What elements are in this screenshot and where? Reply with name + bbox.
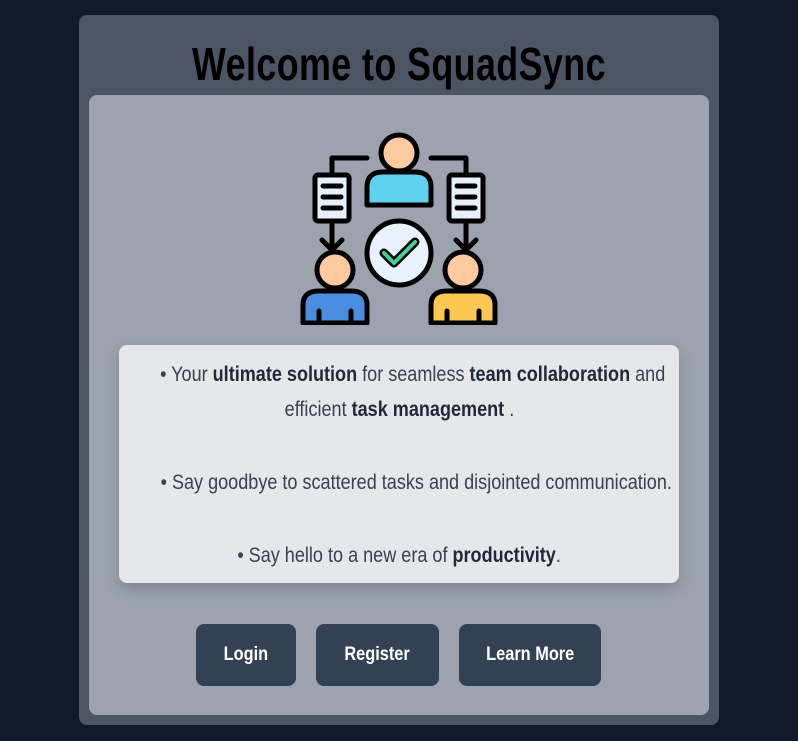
intro-text: • Say hello to a new era of bbox=[237, 544, 453, 567]
intro-emphasis: team collaboration bbox=[469, 363, 631, 386]
intro-line-3: • Say hello to a new era of productivity… bbox=[119, 538, 679, 573]
intro-line-2: • Say goodbye to scattered tasks and dis… bbox=[160, 471, 672, 494]
welcome-card: Welcome to SquadSync • Your ultimate sol… bbox=[79, 15, 719, 725]
team-task-assignment-icon bbox=[300, 132, 498, 325]
intro-line-1: • Your ultimate solution for seamless te… bbox=[119, 357, 679, 427]
learn-more-button[interactable]: Learn More bbox=[459, 624, 601, 686]
intro-text: . bbox=[503, 398, 514, 421]
intro-text: and bbox=[630, 363, 666, 386]
content-panel: • Your ultimate solution for seamless te… bbox=[89, 95, 709, 715]
login-button[interactable]: Login bbox=[196, 624, 296, 686]
intro-emphasis: ultimate solution bbox=[212, 363, 358, 386]
learn-more-button-label: Learn More bbox=[485, 644, 575, 665]
intro-text: • Your bbox=[160, 363, 213, 386]
page-title: Welcome to SquadSync bbox=[192, 38, 606, 90]
intro-text: efficient bbox=[284, 398, 352, 421]
intro-panel: • Your ultimate solution for seamless te… bbox=[119, 345, 679, 583]
login-button-label: Login bbox=[223, 644, 269, 665]
register-button-label: Register bbox=[344, 644, 411, 665]
intro-emphasis: productivity bbox=[452, 544, 556, 567]
intro-text: . bbox=[555, 544, 561, 567]
register-button[interactable]: Register bbox=[316, 624, 439, 686]
intro-text: for seamless bbox=[357, 363, 470, 386]
intro-emphasis: task management bbox=[351, 398, 504, 421]
